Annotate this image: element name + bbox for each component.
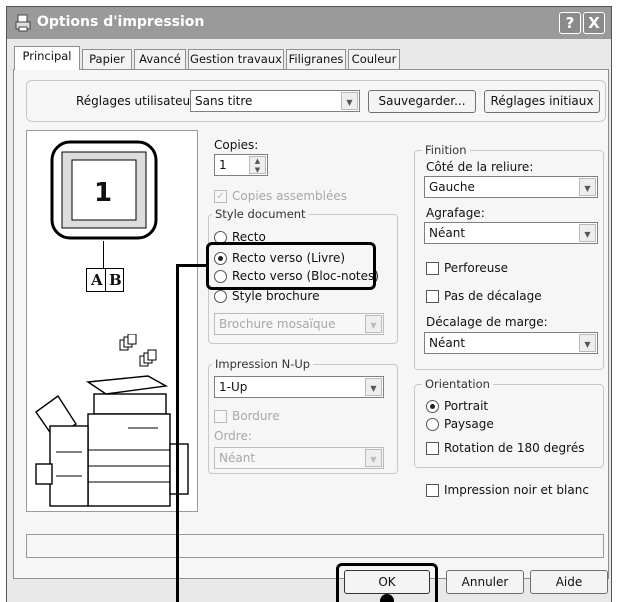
tab-principal[interactable]: Principal [14,46,80,70]
border-label: Bordure [232,409,280,423]
document-style-label: Style document [212,207,309,221]
booklet-value: Brochure mosaïque [219,317,336,331]
copies-label: Copies: [214,138,259,152]
orientation-group [414,384,604,468]
tab-filigranes[interactable]: Filigranes [286,49,346,69]
tab-papier[interactable]: Papier [82,49,132,69]
callout-line-horizontal [176,264,208,267]
radio-style-brochure[interactable] [214,290,227,303]
initial-settings-button[interactable]: Réglages initiaux [484,90,600,113]
no-offset-checkbox[interactable] [426,290,439,303]
paysage-label: Paysage [444,417,494,431]
page-number: 1 [94,178,113,208]
window-title: Options d'impression [37,14,205,30]
printer-icon [15,14,31,32]
bw-print-label: Impression noir et blanc [444,483,589,497]
copies-stack-icon [119,334,157,367]
user-settings-select[interactable]: Sans titre ▼ [190,90,360,112]
binding-preview: A B [86,268,124,292]
order-label: Ordre: [214,429,252,443]
cancel-button[interactable]: Annuler [446,570,524,594]
spinner-arrows-icon[interactable]: ▲ ▼ [249,156,266,174]
close-button[interactable]: X [583,12,605,34]
margin-shift-select[interactable]: Néant ▼ [424,332,598,354]
tab-couleur[interactable]: Couleur [348,49,400,69]
staple-value: Néant [429,226,466,240]
binding-edge-value: Gauche [429,180,475,194]
binding-edge-select[interactable]: Gauche ▼ [424,176,598,198]
tab-avance[interactable]: Avancé [134,49,186,69]
chevron-down-icon: ▼ [365,315,382,333]
collate-checkbox[interactable]: ✓ [214,190,227,203]
binding-spine [105,269,106,291]
user-settings-label: Réglages utilisateur: [76,94,199,108]
duplex-highlight-box [206,242,376,290]
nup-select[interactable]: 1-Up ▼ [214,376,384,398]
finishing-label: Finition [422,143,470,157]
nup-label: Impression N-Up [212,357,314,371]
callout-line-vertical [176,264,179,602]
staple-select[interactable]: Néant ▼ [424,222,598,244]
nup-value: 1-Up [219,380,248,394]
bw-print-checkbox[interactable] [426,484,439,497]
collate-label: Copies assemblées [232,189,348,203]
callout-dot [380,594,394,602]
chevron-down-icon: ▼ [579,334,596,352]
punch-checkbox[interactable] [426,262,439,275]
help-button[interactable]: Aide [530,570,608,594]
punch-label: Perforeuse [444,261,508,275]
copies-value: 1 [219,158,227,172]
style-brochure-label: Style brochure [232,289,320,303]
user-settings-value: Sans titre [195,94,253,108]
staple-label: Agrafage: [426,206,485,220]
printer-machine-icon [35,375,189,507]
order-select[interactable]: Néant ▼ [214,447,384,469]
help-title-button[interactable]: ? [559,12,581,34]
status-strip [26,534,604,558]
save-settings-button[interactable]: Sauvegarder... [368,90,476,113]
chevron-down-icon: ▼ [579,178,596,196]
booklet-select[interactable]: Brochure mosaïque ▼ [214,313,384,335]
radio-portrait[interactable] [426,400,439,413]
margin-shift-label: Décalage de marge: [426,315,548,329]
rotate-180-checkbox[interactable] [426,442,439,455]
binding-edge-label: Côté de la reliure: [426,160,534,174]
portrait-label: Portrait [444,399,489,413]
chevron-down-icon: ▼ [365,449,382,467]
chevron-down-icon: ▼ [579,224,596,242]
border-checkbox[interactable] [214,410,227,423]
tab-gestion-travaux[interactable]: Gestion travaux [188,49,284,69]
binding-letter-right: B [109,271,122,289]
no-offset-label: Pas de décalage [444,289,542,303]
orientation-label: Orientation [422,377,493,391]
preview-connector [103,241,104,269]
chevron-down-icon: ▼ [365,378,382,396]
binding-letter-left: A [91,271,103,289]
rotate-180-label: Rotation de 180 degrés [444,441,585,455]
order-value: Néant [219,451,256,465]
margin-shift-value: Néant [429,336,466,350]
chevron-down-icon: ▼ [341,92,358,110]
copies-spinner[interactable]: 1 ▲ ▼ [214,154,268,176]
title-bar[interactable]: Options d'impression ? X [7,7,611,39]
radio-paysage[interactable] [426,418,439,431]
